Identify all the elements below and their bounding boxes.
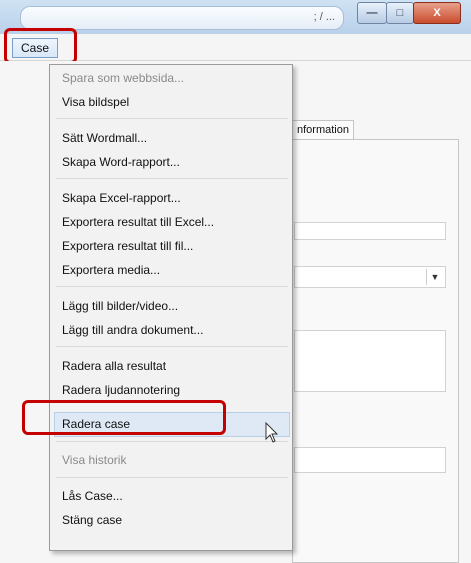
menu-separator (56, 441, 288, 442)
chevron-down-icon[interactable]: ▼ (426, 269, 443, 285)
highlight-case-menu (4, 28, 77, 64)
menu-item-lagg-till-bilder[interactable]: Lägg till bilder/video... (62, 294, 178, 318)
menu-item-visa-historik: Visa historik (62, 453, 127, 467)
menu-item-stang-case[interactable]: Stäng case (62, 508, 122, 532)
title-text: ; / ... (313, 11, 335, 23)
menu-item-radera-alla-resultat[interactable]: Radera alla resultat (62, 354, 166, 378)
menu-item-exportera-fil[interactable]: Exportera resultat till fil... (62, 234, 193, 258)
case-dropdown-menu: Spara som webbsida... Visa bildspel Sätt… (49, 64, 293, 551)
menu-item-radera-ljudannotering[interactable]: Radera ljudannotering (62, 378, 180, 402)
tab-information[interactable]: nformation (292, 120, 354, 139)
menu-item-spara-webbsida: Spara som webbsida... (62, 71, 185, 85)
menu-item-visa-bildspel[interactable]: Visa bildspel (62, 90, 129, 114)
text-field[interactable] (294, 222, 446, 240)
menu-separator (56, 118, 288, 119)
menu-item-lagg-till-dokument[interactable]: Lägg till andra dokument... (62, 318, 203, 342)
close-button[interactable]: X (413, 2, 461, 24)
highlight-radera-case (22, 400, 226, 435)
application-window: ; / ... — □ X Case nformation ▼ Spara so… (0, 0, 471, 563)
maximize-button[interactable]: □ (386, 2, 414, 24)
menu-item-skapa-excel-rapport[interactable]: Skapa Excel-rapport... (62, 186, 181, 210)
menu-item-las-case[interactable]: Lås Case... (62, 484, 123, 508)
menu-separator (56, 346, 288, 347)
menu-item-satt-wordmall[interactable]: Sätt Wordmall... (62, 126, 147, 150)
menu-item-exportera-excel[interactable]: Exportera resultat till Excel... (62, 210, 214, 234)
title-field: ; / ... (20, 6, 344, 30)
dropdown-field[interactable]: ▼ (294, 266, 446, 288)
menu-separator (56, 286, 288, 287)
mouse-cursor-icon (265, 422, 279, 443)
menu-separator (56, 178, 288, 179)
text-area[interactable] (294, 330, 446, 392)
menu-item-exportera-media[interactable]: Exportera media... (62, 258, 160, 282)
text-field-2[interactable] (294, 447, 446, 473)
menu-separator (56, 477, 288, 478)
minimize-button[interactable]: — (357, 2, 387, 24)
menu-item-skapa-word-rapport[interactable]: Skapa Word-rapport... (62, 150, 180, 174)
